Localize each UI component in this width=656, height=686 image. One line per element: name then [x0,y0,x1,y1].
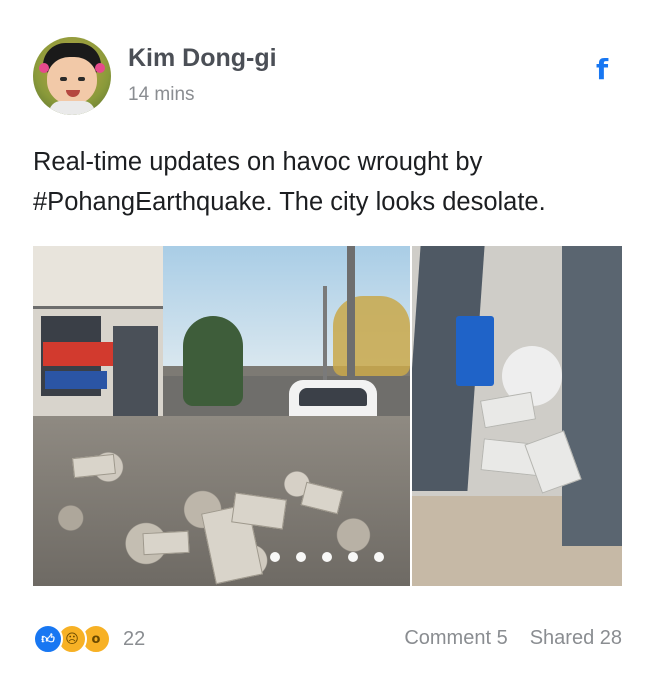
carousel-dot[interactable] [374,552,384,562]
comment-count-link[interactable]: Comment 5 [404,627,507,650]
carousel-dot[interactable] [270,552,280,562]
avatar-hair-clip [39,63,49,73]
avatar-face [47,57,97,105]
photo-building-banner [45,371,107,389]
photo-concrete-slab [142,530,190,556]
avatar-eye [78,77,85,81]
post-card: Kim Dong-gi 14 mins f Real-time updates … [0,0,656,686]
like-icon: 👍︎ [33,624,63,654]
share-count-link[interactable]: Shared 28 [530,627,622,650]
reactions-summary[interactable]: 👍︎ ☹ o 22 [33,624,146,654]
author-name[interactable]: Kim Dong-gi [128,44,277,73]
avatar-eye [60,77,67,81]
author-avatar[interactable] [33,37,111,115]
avatar-hair-clip [95,63,105,73]
engagement-stats: Comment 5 Shared 28 [404,627,622,650]
photo-car-window [299,388,367,406]
carousel-dot[interactable] [322,552,332,562]
avatar-shirt [49,101,95,115]
post-text: Real-time updates on havoc wrought by #P… [33,148,546,216]
carousel-indicator [270,552,384,562]
photo-tree [333,296,410,376]
post-timestamp[interactable]: 14 mins [128,84,195,106]
photo-building-sign [33,246,163,309]
reaction-count: 22 [123,627,146,650]
photo-building-banner [43,342,113,366]
facebook-icon[interactable]: f [596,55,614,85]
damaged-restroom-photo [412,246,622,586]
photo-blue-bin [456,316,494,386]
carousel-dot[interactable] [296,552,306,562]
post-photo[interactable] [33,246,622,586]
photo-tree [183,316,243,406]
earthquake-street-photo [33,246,410,586]
carousel-dot[interactable] [348,552,358,562]
photo-stall-door [562,246,622,546]
